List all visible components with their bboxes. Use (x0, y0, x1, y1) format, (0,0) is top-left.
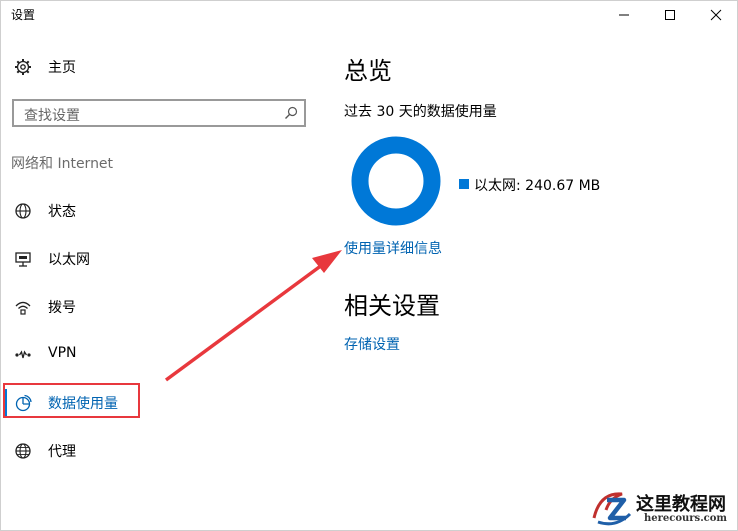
minimize-icon (619, 14, 629, 16)
sidebar-item-dialup[interactable]: 拨号 (1, 289, 319, 325)
maximize-button[interactable] (647, 1, 693, 29)
search-input[interactable]: 查找设置 (12, 99, 306, 127)
close-icon (710, 9, 722, 21)
sidebar-item-label: 以太网 (48, 252, 90, 268)
minimize-button[interactable] (601, 1, 647, 29)
watermark: 这里教程网 herecours.com (590, 486, 738, 531)
storage-settings-link[interactable]: 存储设置 (344, 334, 400, 354)
maximize-icon (665, 10, 675, 20)
related-settings-heading: 相关设置 (344, 292, 440, 320)
sidebar-item-label: 代理 (48, 444, 76, 460)
usage-donut-chart (351, 136, 441, 226)
sidebar-item-label: VPN (48, 345, 77, 361)
search-icon[interactable] (284, 106, 298, 120)
settings-window: 设置 主页 查找设置 网络和 Internet 状态 以太网 拨号 VPN 数据… (0, 0, 738, 531)
globe-icon (15, 443, 31, 459)
sidebar-item-vpn[interactable]: VPN (1, 337, 319, 373)
watermark-url: herecours.com (644, 513, 728, 524)
search-placeholder: 查找设置 (24, 108, 80, 124)
sidebar-item-label: 拨号 (48, 300, 76, 316)
section-label: 网络和 Internet (11, 156, 114, 172)
vpn-icon (15, 350, 31, 359)
sidebar-item-label: 主页 (48, 60, 76, 76)
globe-status-icon (15, 203, 31, 219)
title-bar[interactable]: 设置 (1, 1, 737, 29)
donut-slice-ethernet (351, 136, 441, 226)
sidebar: 主页 查找设置 网络和 Internet 状态 以太网 拨号 VPN 数据使用量… (1, 29, 319, 530)
annotation-highlight-box (3, 383, 140, 418)
legend-swatch (459, 179, 469, 189)
sidebar-item-status[interactable]: 状态 (1, 193, 319, 229)
window-title: 设置 (11, 8, 36, 22)
page-title: 总览 (344, 57, 392, 85)
sidebar-item-ethernet[interactable]: 以太网 (1, 241, 319, 277)
main-content: 总览 过去 30 天的数据使用量 以太网: 240.67 MB 使用量详细信息 … (319, 29, 737, 530)
usage-details-link[interactable]: 使用量详细信息 (344, 238, 442, 258)
gear-icon (15, 59, 31, 75)
usage-period-text: 过去 30 天的数据使用量 (344, 104, 497, 120)
watermark-logo-icon (592, 492, 632, 526)
close-button[interactable] (693, 1, 738, 29)
dialup-icon (15, 301, 31, 315)
sidebar-item-home[interactable]: 主页 (1, 49, 319, 85)
sidebar-item-proxy[interactable]: 代理 (1, 433, 319, 469)
sidebar-item-label: 状态 (48, 204, 76, 220)
ethernet-icon (15, 252, 31, 267)
legend-label: 以太网: 240.67 MB (474, 178, 601, 194)
